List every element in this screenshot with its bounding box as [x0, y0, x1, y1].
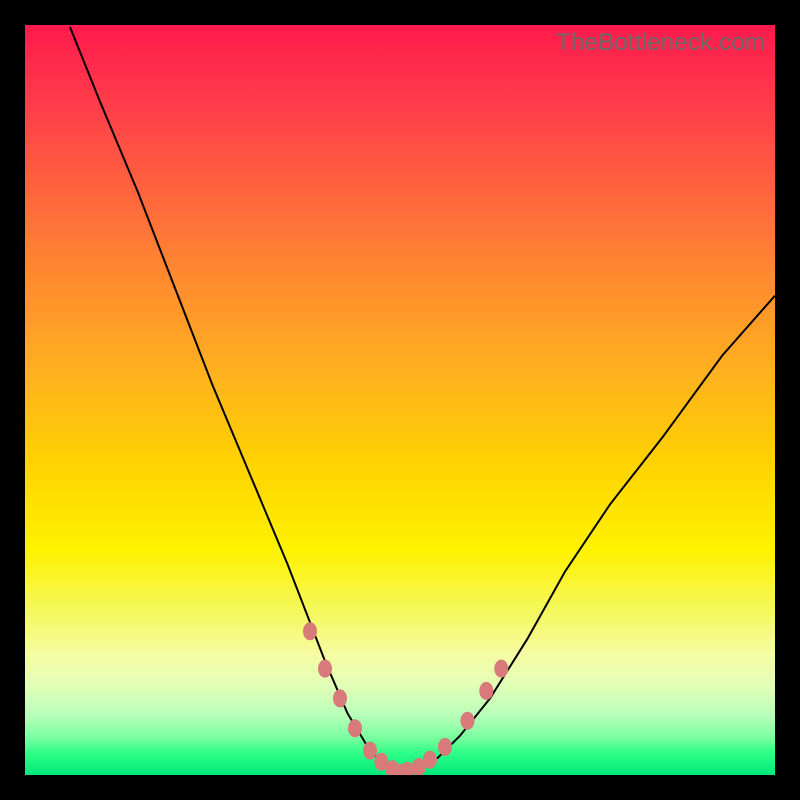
curve-marker	[393, 764, 407, 775]
curve-marker	[423, 751, 437, 769]
curve-marker	[303, 622, 317, 640]
curve-marker	[412, 758, 426, 775]
curve-markers	[303, 622, 508, 775]
curve-marker	[438, 738, 452, 756]
bottleneck-curve-svg	[25, 25, 775, 775]
chart-frame: TheBottleneck.com	[0, 0, 800, 800]
curve-marker	[348, 719, 362, 737]
curve-marker	[401, 762, 415, 775]
curve-marker	[479, 682, 493, 700]
bottleneck-curve-path	[70, 27, 775, 773]
watermark-text: TheBottleneck.com	[556, 29, 765, 57]
plot-area: TheBottleneck.com	[25, 25, 775, 775]
curve-marker	[363, 742, 377, 760]
curve-marker	[333, 689, 347, 707]
curve-marker	[494, 660, 508, 678]
curve-marker	[318, 660, 332, 678]
curve-marker	[386, 760, 400, 775]
curve-marker	[374, 753, 388, 771]
curve-marker	[461, 712, 475, 730]
